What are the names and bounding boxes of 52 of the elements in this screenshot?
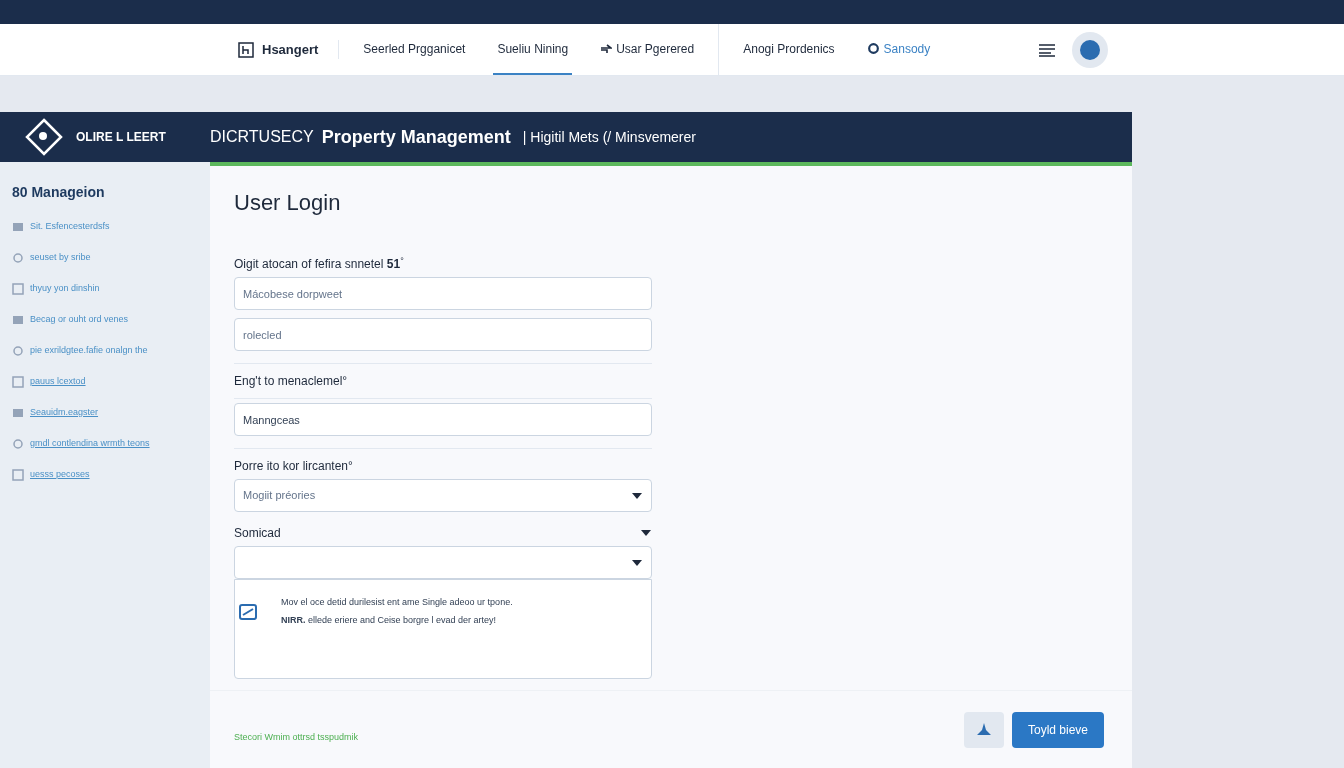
sidebar-title: 80 Manageion <box>12 183 106 202</box>
sidebar-item[interactable]: pauus lcextod <box>30 374 86 389</box>
sidebar-item[interactable]: gmdl contlendina wrmth teons <box>30 436 150 451</box>
header-subtitle: | Higitil Mets (/ Minsvemerer <box>522 127 696 147</box>
item-icon <box>12 251 24 264</box>
header-prefix: DICRTUSECY <box>210 127 314 147</box>
logo-text: OLIRE L LEERT <box>76 129 166 146</box>
item-icon <box>12 406 24 419</box>
nav-tab[interactable]: Usar Pgerered <box>596 24 699 75</box>
form-title: User Login <box>234 189 342 217</box>
select-field[interactable] <box>234 546 652 579</box>
item-icon <box>12 220 24 233</box>
nav-tab[interactable]: Sansody <box>862 24 935 75</box>
field-label: Oigit atocan of fefira snnetel 51$^{°}$ <box>234 255 405 273</box>
item-icon <box>12 313 24 326</box>
input-field[interactable]: Mácobese dorpweet <box>234 277 652 310</box>
nav-tab[interactable]: Seerled Prgganicet <box>359 24 470 75</box>
sidebar-item[interactable]: pie exrildgtee.fafie onalgn the <box>30 343 148 358</box>
item-icon <box>12 344 24 357</box>
item-icon <box>12 282 24 295</box>
field-label: Eng't to menaclemel° <box>234 373 349 390</box>
message-text: NIRR. ellede eriere and Ceise borgre l evad der artey! <box>281 613 498 627</box>
caret-icon <box>640 529 652 537</box>
nav-tab[interactable]: Anogi Prordenics <box>739 24 839 75</box>
input-field[interactable]: rolecled <box>234 318 652 351</box>
select-field[interactable]: Mogiit préories <box>234 479 652 512</box>
nav-tab[interactable]: Sueliu Nining <box>493 24 573 75</box>
item-icon <box>12 437 24 450</box>
brand-name: Hsangert <box>262 40 319 59</box>
sidebar-item[interactable]: Sit. Esfencesterdsfs <box>30 219 110 234</box>
header-title: Property Management <box>321 125 511 149</box>
diamond-logo-icon <box>24 117 64 157</box>
sidebar-item[interactable]: Seauidm.eagster <box>30 405 99 420</box>
sidebar-item[interactable]: seuset by sribe <box>30 250 91 265</box>
sidebar-item[interactable]: thyuy yon dinshin <box>30 281 100 296</box>
item-icon <box>12 375 24 388</box>
message-text: Mov el oce detid durilesist ent ame Single adeoo ur tpone. <box>281 596 513 609</box>
item-icon <box>12 468 24 481</box>
status-text: Stecori Wmim ottrsd tsspudmik <box>234 730 359 744</box>
sidebar-item[interactable]: uesss pecoses <box>30 467 90 482</box>
logo-icon <box>238 41 254 58</box>
input-field[interactable]: Manngceas <box>234 403 652 436</box>
edit-icon <box>239 604 257 620</box>
field-label: Porre ito kor lircanten° <box>234 458 354 475</box>
caret-icon <box>631 491 643 500</box>
menu-icon[interactable] <box>1038 42 1056 57</box>
field-label: Somicad <box>234 525 281 542</box>
avatar[interactable] <box>1072 31 1108 68</box>
sidebar-item[interactable]: Becag or ouht ord venes <box>30 312 129 327</box>
caret-icon <box>631 558 643 567</box>
icon-button[interactable] <box>963 711 1004 748</box>
submit-button[interactable]: Toyld bieve <box>1011 711 1104 748</box>
